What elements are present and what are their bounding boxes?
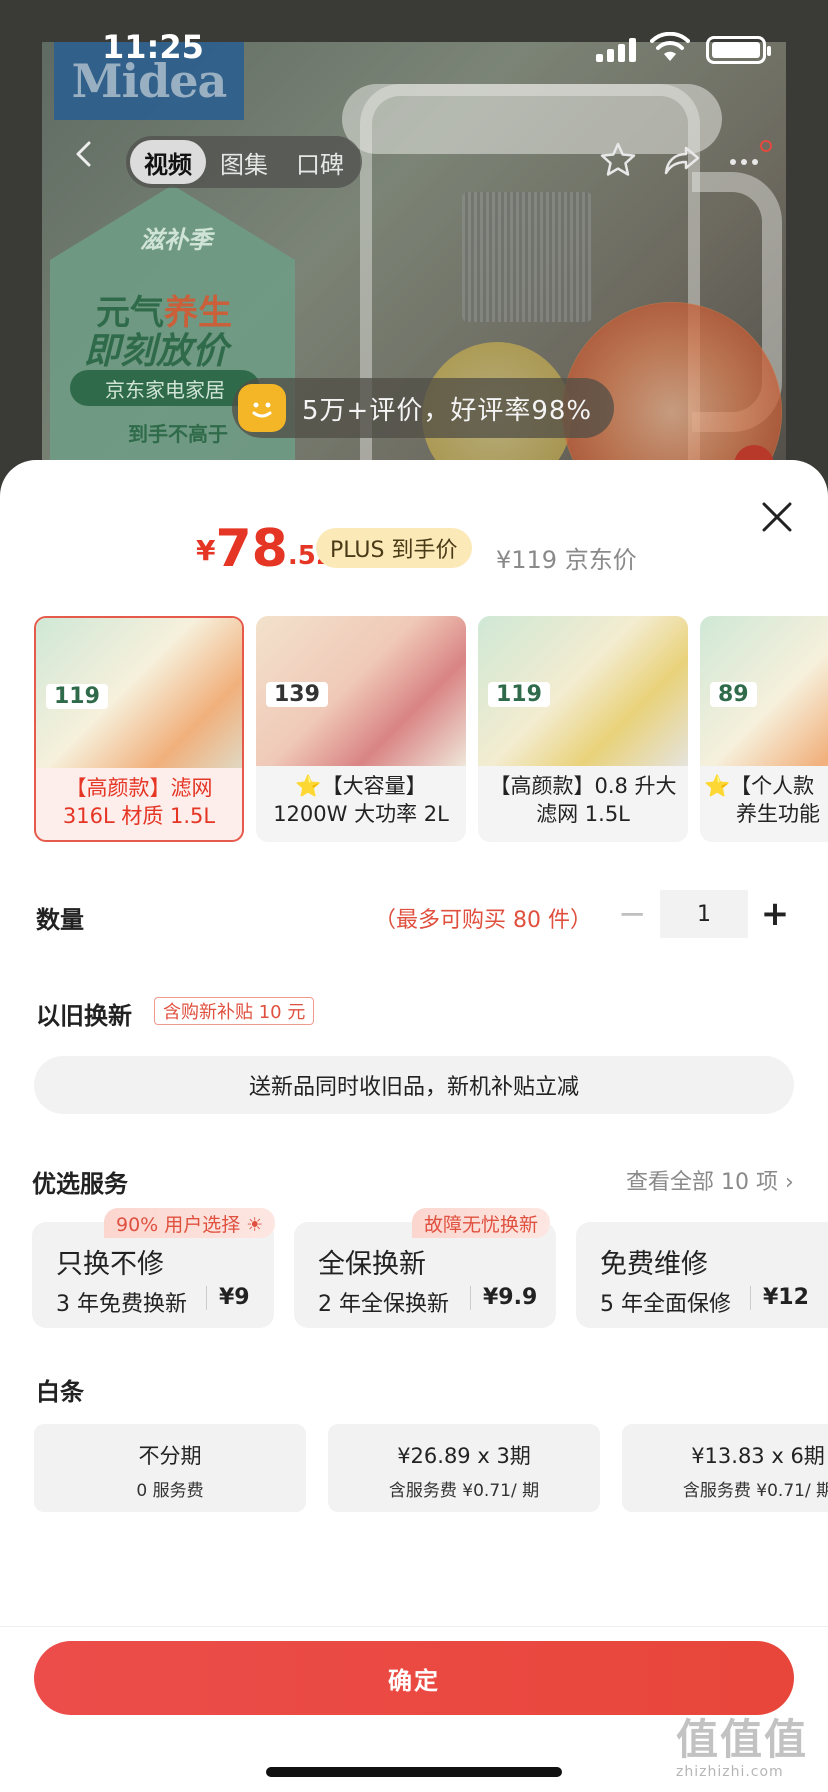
variant-card[interactable]: 139 ⭐【大容量】 1200W 大功率 2L <box>256 616 466 842</box>
tab-video[interactable]: 视频 <box>130 140 206 184</box>
clock: 11:25 <box>102 28 204 66</box>
quantity-plus-button[interactable]: + <box>760 894 790 934</box>
installment-option[interactable]: ¥13.83 x 6期 含服务费 ¥0.71/ 期 <box>622 1424 828 1512</box>
installment-option[interactable]: ¥26.89 x 3期 含服务费 ¥0.71/ 期 <box>328 1424 600 1512</box>
variant-thumb-price: 139 <box>266 682 328 707</box>
promo-channel: 京东家电家居 <box>70 370 260 406</box>
filter-shape <box>462 192 592 322</box>
service-title: 只换不修 <box>56 1249 164 1280</box>
variant-label: 【高颜款】滤网 316L 材质 1.5L <box>62 776 216 828</box>
quantity-input[interactable]: 1 <box>660 890 748 938</box>
more-icon[interactable] <box>724 140 764 180</box>
variant-card[interactable]: 119 【高颜款】0.8 升大 滤网 1.5L <box>478 616 688 842</box>
jd-price: ¥119 京东价 <box>496 546 637 574</box>
trade-in-button[interactable]: 送新品同时收旧品，新机补贴立减 <box>34 1056 794 1114</box>
tab-gallery[interactable]: 图集 <box>206 140 282 184</box>
tab-reviews[interactable]: 口碑 <box>282 140 358 184</box>
price-currency: ¥ <box>196 534 216 567</box>
variant-thumbnail: 139 <box>256 616 466 766</box>
promo-title: 滋补季 <box>140 226 212 254</box>
service-option[interactable]: 免费维修 5 年全面保修 ¥12 <box>576 1222 828 1328</box>
screen: Midea 滋补季 元气养生 即刻放价 京东家电家居 到手不高于 11:25 视… <box>0 0 828 1792</box>
review-summary[interactable]: 5万+评价，好评率98% <box>232 378 615 438</box>
installment-title: 不分期 <box>138 1444 202 1468</box>
service-popular-tag: 90% 用户选择 ☀ <box>104 1208 276 1238</box>
review-text: 5万+评价，好评率98% <box>302 395 593 426</box>
installment-title: ¥26.89 x 3期 <box>397 1444 531 1468</box>
trade-in-subsidy-tag: 含购新补贴 10 元 <box>154 997 315 1025</box>
variant-thumb-price: 89 <box>710 682 757 707</box>
variant-card[interactable]: 89 ⭐【个人款 养生功能 <box>700 616 828 842</box>
variant-label: 【高颜款】0.8 升大 滤网 1.5L <box>489 774 677 826</box>
wifi-icon <box>650 32 690 61</box>
variant-label: ⭐【大容量】 1200W 大功率 2L <box>273 774 449 826</box>
service-price: ¥12 <box>750 1286 809 1310</box>
variant-label: ⭐【个人款 养生功能 <box>704 774 820 826</box>
notification-dot-icon <box>760 140 772 152</box>
installment-fee: 0 服务费 <box>136 1481 204 1501</box>
installment-fee: 含服务费 ¥0.71/ 期 <box>388 1481 540 1501</box>
trade-in-label: 以旧换新 <box>36 1002 132 1030</box>
smile-icon <box>238 384 286 432</box>
services-label: 优选服务 <box>32 1170 128 1198</box>
close-icon[interactable] <box>760 500 794 534</box>
variant-thumbnail: 89 <box>700 616 828 766</box>
footer-divider <box>0 1626 828 1627</box>
service-price: ¥9 <box>206 1286 250 1310</box>
variant-list: 119 【高颜款】滤网 316L 材质 1.5L 139 ⭐【大容量】 1200W … <box>34 616 828 844</box>
price-display: ¥ 78 .52 <box>196 515 334 575</box>
quantity-label: 数量 <box>36 906 84 934</box>
price-integer: 78 <box>215 519 288 579</box>
service-highlight-tag: 故障无忧换新 <box>412 1208 551 1238</box>
star-icon[interactable] <box>598 140 638 180</box>
promo-price-note: 到手不高于 <box>128 422 228 446</box>
media-tabs: 视频 图集 口碑 <box>126 136 362 188</box>
watermark: 值值值 <box>676 1715 809 1764</box>
cellular-signal-icon <box>596 38 638 62</box>
installment-option[interactable]: 不分期 0 服务费 <box>34 1424 306 1512</box>
service-description: 2 年全保换新 <box>318 1292 449 1317</box>
quantity-minus-button[interactable]: − <box>618 896 647 932</box>
variant-thumbnail: 119 <box>478 616 688 766</box>
variant-thumb-price: 119 <box>46 684 108 709</box>
service-description: 3 年免费换新 <box>56 1292 187 1317</box>
battery-icon <box>706 36 771 64</box>
service-title: 全保换新 <box>318 1249 426 1280</box>
service-description: 5 年全面保修 <box>600 1292 731 1317</box>
installment-title: ¥13.83 x 6期 <box>691 1444 825 1468</box>
watermark-url: zhizhizhi.com <box>676 1764 784 1780</box>
baitiao-label: 白条 <box>36 1378 84 1406</box>
variant-thumbnail: 119 <box>36 618 242 768</box>
status-bar: 11:25 <box>0 0 828 100</box>
variant-card[interactable]: 119 【高颜款】滤网 316L 材质 1.5L <box>34 616 244 842</box>
installment-fee: 含服务费 ¥0.71/ 期 <box>682 1481 828 1501</box>
quantity-limit: （最多可购买 80 件） <box>374 908 592 933</box>
share-icon[interactable] <box>662 140 702 180</box>
view-all-services-link[interactable]: 查看全部 10 项 › <box>626 1164 794 1196</box>
home-indicator[interactable] <box>266 1767 562 1777</box>
plus-price-tag: PLUS 到手价 <box>316 528 472 568</box>
promo-headline-2: 即刻放价 <box>84 331 229 372</box>
confirm-button[interactable]: 确定 <box>34 1641 794 1715</box>
service-title: 免费维修 <box>600 1249 708 1280</box>
variant-thumb-price: 119 <box>488 682 550 707</box>
back-icon[interactable] <box>70 140 98 168</box>
service-price: ¥9.9 <box>470 1286 537 1310</box>
